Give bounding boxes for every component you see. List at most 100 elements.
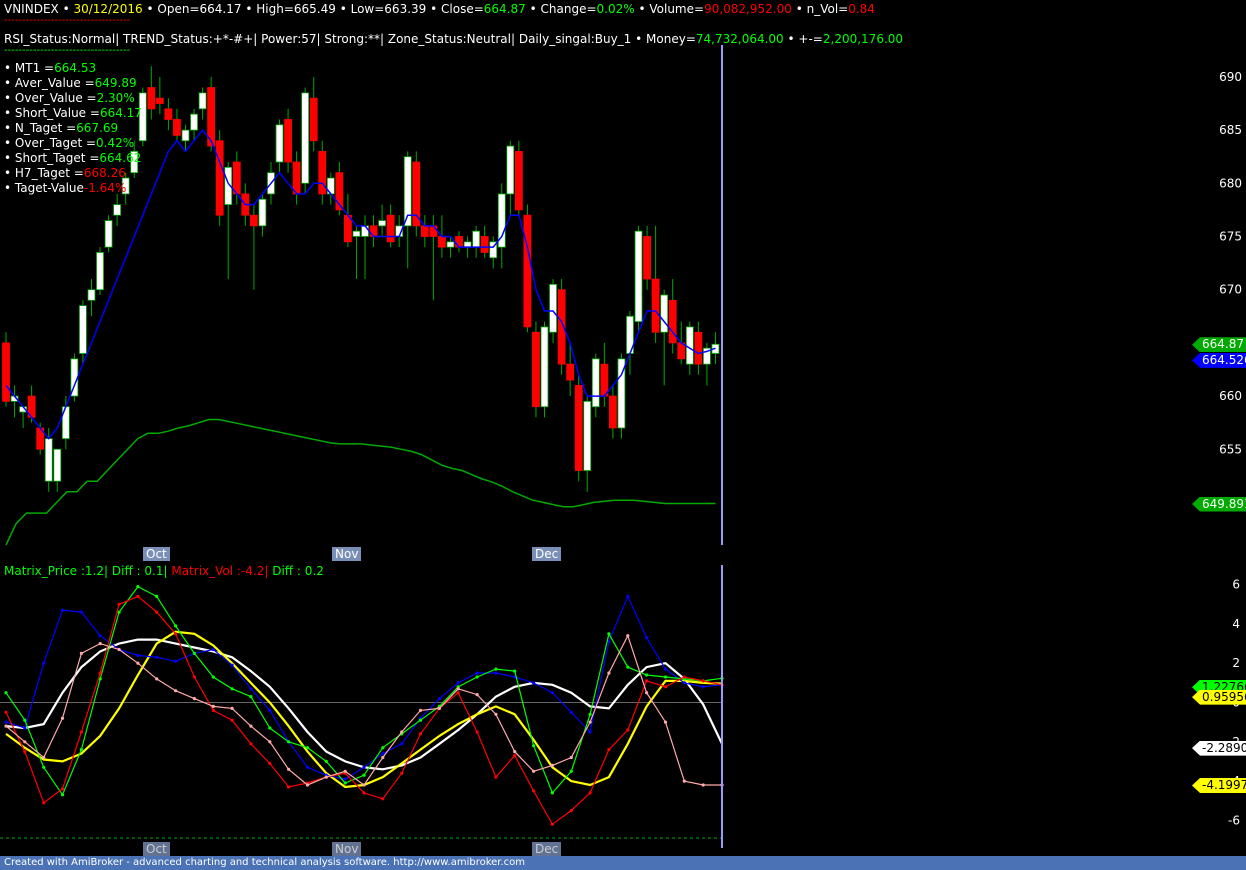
- matrix-point: [475, 730, 479, 734]
- candle-body: [104, 220, 113, 248]
- candle-body: [694, 331, 703, 365]
- diff-2: Diff : 0.2: [272, 564, 324, 578]
- matrix-point: [475, 675, 479, 679]
- y-tick-label: 660: [1219, 389, 1242, 403]
- matrix-point: [682, 681, 686, 685]
- matrix-point: [230, 663, 234, 667]
- matrix-point: [701, 679, 705, 683]
- matrix-point: [98, 634, 102, 638]
- matrix-point: [381, 746, 385, 750]
- matrix-point: [23, 726, 27, 730]
- candle-body: [420, 225, 429, 237]
- matrix-series-line: [5, 634, 722, 786]
- matrix-point: [79, 651, 83, 656]
- lower-header: Matrix_Price :1.2| Diff : 0.1| Matrix_Vo…: [4, 564, 324, 578]
- indicator-list: • MT1 =664.53 • Aver_Value =649.89 • Ove…: [4, 61, 142, 196]
- candle-body: [198, 92, 207, 110]
- candle-body: [173, 119, 181, 136]
- matrix-point: [230, 718, 234, 722]
- y-tick-label: 670: [1219, 283, 1242, 297]
- matrix-point: [607, 632, 611, 636]
- matrix-point: [79, 610, 83, 614]
- matrix-point: [343, 769, 347, 773]
- candle-body: [190, 113, 198, 131]
- matrix-point: [362, 791, 366, 795]
- matrix-point: [249, 695, 253, 699]
- value-tag: 664.526: [1192, 352, 1246, 368]
- candle-body: [634, 230, 643, 322]
- matrix-point: [400, 730, 404, 734]
- matrix-point: [324, 759, 328, 764]
- matrix-point: [362, 773, 366, 777]
- matrix-point: [42, 765, 46, 769]
- matrix-point: [4, 710, 8, 714]
- value-tag: -2.28904: [1192, 740, 1246, 756]
- matrix-point: [400, 771, 404, 775]
- candle-body: [600, 363, 609, 397]
- y-tick-label: -6: [1228, 813, 1240, 827]
- matrix-point: [532, 681, 536, 685]
- matrix-point: [60, 716, 65, 720]
- matrix-point: [513, 669, 517, 673]
- candle-body: [651, 278, 660, 333]
- y-tick-label: 685: [1219, 123, 1242, 137]
- matrix-series-line: [5, 585, 723, 797]
- value-tag: -4.19972: [1192, 778, 1246, 793]
- matrix-point: [418, 708, 423, 713]
- matrix-point: [79, 748, 83, 752]
- matrix-point: [343, 781, 347, 785]
- matrix-point: [230, 706, 234, 711]
- matrix-point: [79, 730, 83, 734]
- matrix-point: [60, 608, 65, 612]
- matrix-point: [663, 667, 668, 671]
- matrix-point: [381, 797, 385, 801]
- y-tick-label: 655: [1219, 442, 1242, 456]
- matrix-point: [324, 775, 328, 779]
- matrix-point: [287, 785, 291, 789]
- candle-body: [79, 305, 87, 354]
- matrix-point: [174, 632, 178, 636]
- matrix-point: [475, 671, 479, 675]
- matrix-point: [626, 665, 630, 669]
- matrix-point: [626, 728, 630, 732]
- matrix-point: [60, 787, 65, 791]
- matrix-point: [42, 801, 46, 805]
- matrix-point: [475, 693, 479, 697]
- matrix-point: [98, 642, 102, 646]
- matrix-point: [588, 730, 592, 734]
- month-label-oct-lower: Oct: [143, 842, 170, 856]
- matrix-point: [682, 779, 686, 783]
- matrix-point: [155, 677, 159, 681]
- indicator-row: • Aver_Value =649.89: [4, 76, 137, 90]
- matrix-point: [607, 671, 611, 675]
- matrix-point: [117, 602, 121, 606]
- matrix-point: [117, 647, 121, 652]
- candle-body: [258, 198, 267, 227]
- candle-body: [506, 145, 515, 195]
- candle-body: [523, 214, 532, 328]
- matrix-point: [230, 687, 234, 691]
- matrix-point: [494, 712, 498, 716]
- matrix-point: [362, 783, 366, 787]
- matrix-point: [268, 740, 272, 744]
- candle-body: [275, 124, 284, 163]
- candle-body: [44, 438, 53, 482]
- candle-body: [181, 129, 190, 142]
- matrix-point: [550, 791, 555, 795]
- matrix-point: [626, 594, 630, 599]
- matrix-point: [305, 746, 310, 750]
- matrix-point: [4, 724, 8, 728]
- month-label-nov-lower: Nov: [332, 842, 362, 856]
- matrix-point: [42, 661, 46, 665]
- plusminus-value: 2,200,176.00: [822, 32, 904, 46]
- matrix-point: [4, 720, 8, 724]
- matrix-point: [663, 685, 668, 689]
- matrix-point: [645, 691, 649, 695]
- candle-body: [583, 400, 592, 471]
- matrix-point: [663, 720, 668, 724]
- matrix-point: [174, 624, 178, 628]
- candle-body: [309, 97, 318, 142]
- matrix-point: [645, 679, 649, 683]
- matrix-point: [211, 704, 215, 709]
- candle-body: [532, 331, 540, 408]
